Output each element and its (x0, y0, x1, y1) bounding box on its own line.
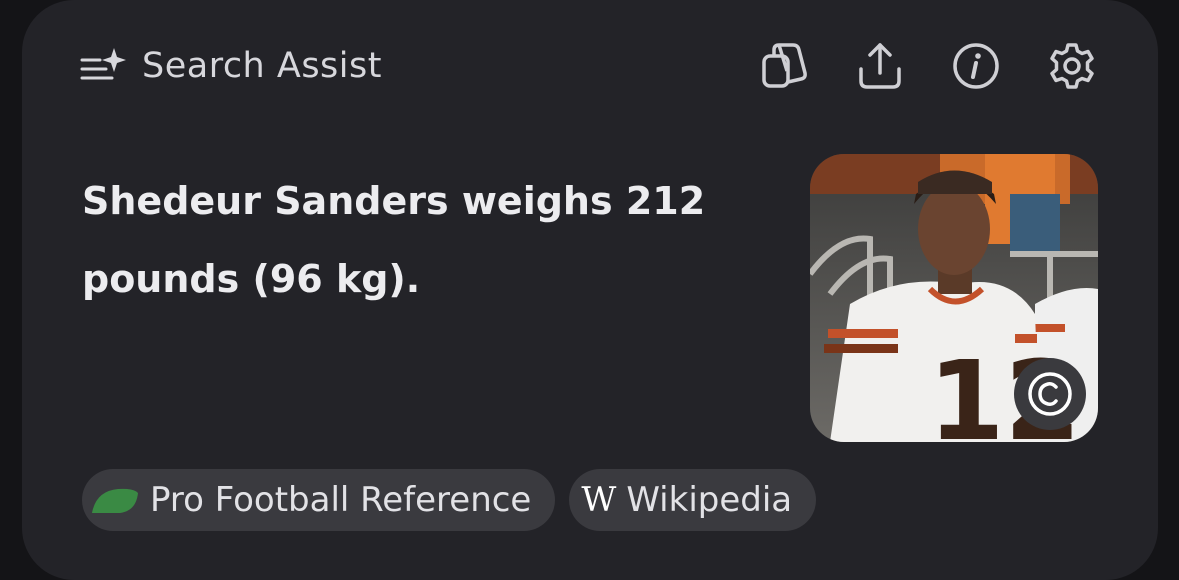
wikipedia-icon: W (581, 480, 617, 520)
copy-icon (762, 43, 807, 88)
source-label: Pro Football Reference (150, 480, 532, 520)
settings-button[interactable] (1046, 40, 1098, 92)
copyright-icon (1028, 372, 1072, 416)
gear-icon (1050, 43, 1094, 89)
source-label: Wikipedia (626, 480, 793, 520)
copy-button[interactable] (758, 40, 810, 92)
answer-text: Shedeur Sanders weighs 212 pounds (96 kg… (82, 179, 706, 301)
sparkle-lines-icon (80, 48, 126, 80)
source-chip-wikipedia[interactable]: W Wikipedia (569, 469, 817, 531)
info-button[interactable] (950, 40, 1002, 92)
search-assist-header: Search Assist (80, 40, 382, 92)
info-icon (953, 43, 999, 89)
pfr-logo-icon (90, 485, 140, 515)
share-button[interactable] (854, 40, 906, 92)
card-actions (758, 40, 1098, 92)
copyright-badge[interactable] (1014, 358, 1086, 430)
source-chip-pro-football-reference[interactable]: Pro Football Reference (82, 469, 556, 531)
share-icon (859, 43, 901, 89)
sources-list: Pro Football Reference W Wikipedia (82, 469, 817, 531)
header-title: Search Assist (142, 46, 382, 86)
